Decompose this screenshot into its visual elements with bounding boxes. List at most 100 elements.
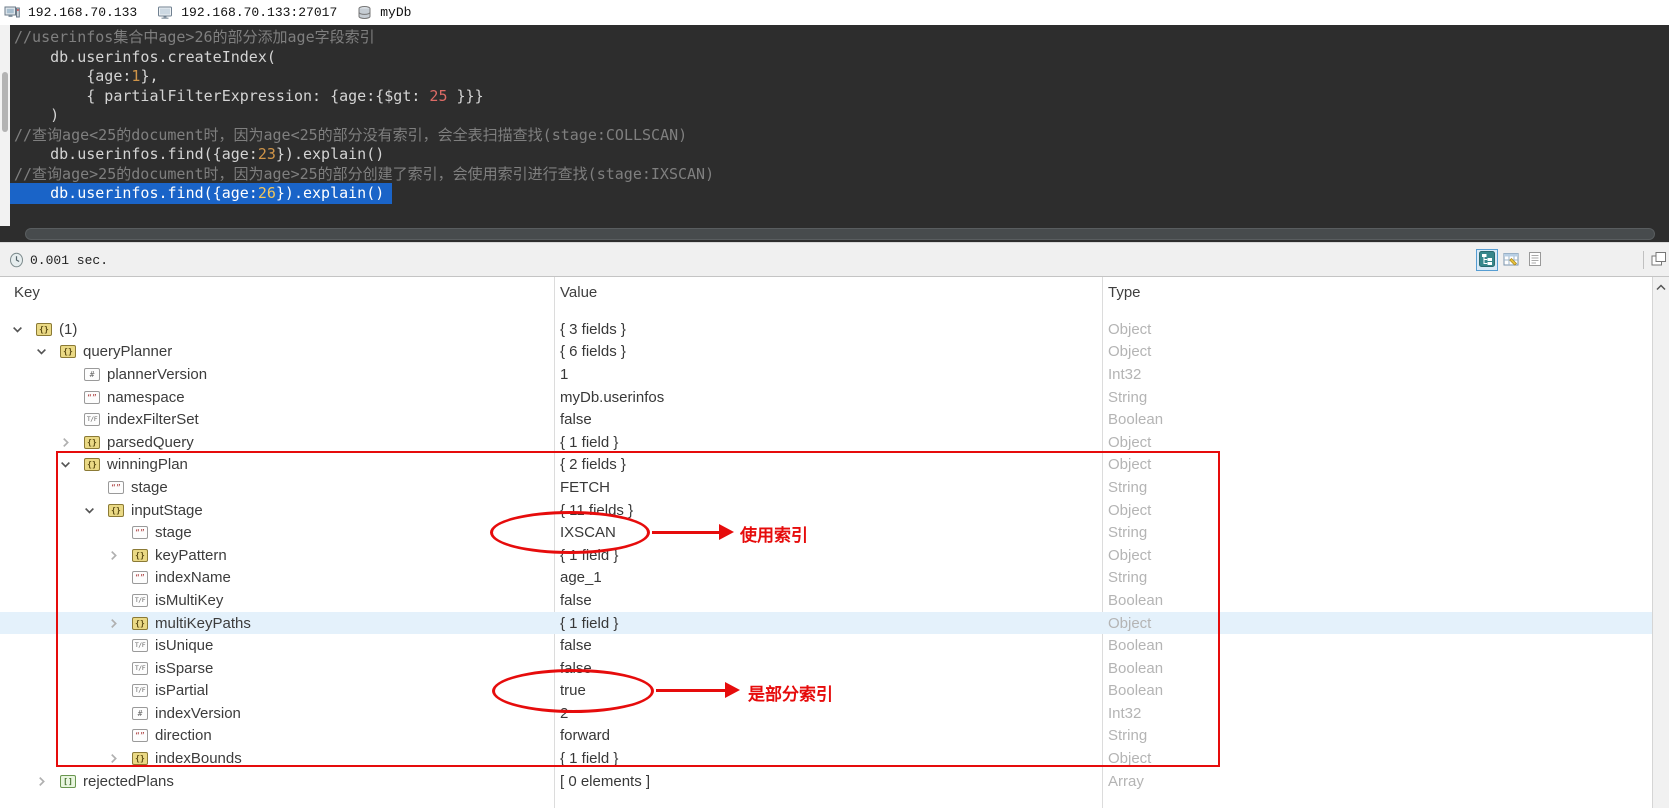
tree-type: Object <box>1108 321 1151 338</box>
expand-view-button[interactable] <box>1648 249 1669 271</box>
code-line[interactable]: //查询age<25的document时，因为age<25的部分没有索引，会全表… <box>14 126 1669 146</box>
tree-row[interactable]: {}winningPlan{ 2 fields }Object <box>0 454 1652 477</box>
editor-left-scrollbar[interactable] <box>0 25 10 226</box>
tree-row[interactable]: {}parsedQuery{ 1 field }Object <box>0 431 1652 454</box>
tree-row[interactable]: T/FisPartialtrueBoolean <box>0 680 1652 703</box>
tree-key: namespace <box>107 389 185 406</box>
chevron-right-icon[interactable] <box>108 753 132 764</box>
chevron-right-icon[interactable] <box>108 550 132 561</box>
execution-time: 0.001 sec. <box>30 253 108 268</box>
code-segment: db.userinfos.find({age: <box>14 184 258 202</box>
chevron-down-icon[interactable] <box>60 459 84 470</box>
tree-key: isUnique <box>155 637 213 654</box>
tree-view-button[interactable] <box>1476 249 1498 271</box>
tree-row[interactable]: T/FisSparsefalseBoolean <box>0 657 1652 680</box>
tree-row[interactable]: []rejectedPlans[ 0 elements ]Array <box>0 770 1652 793</box>
chevron-right-icon[interactable] <box>60 437 84 448</box>
tree-value: { 3 fields } <box>560 321 626 338</box>
tree-row[interactable]: #indexVersion2Int32 <box>0 702 1652 725</box>
tree-key: indexName <box>155 569 231 586</box>
tree-row[interactable]: T/FisUniquefalseBoolean <box>0 634 1652 657</box>
shell-editor[interactable]: //userinfos集合中age>26的部分添加age字段索引 db.user… <box>0 25 1669 242</box>
table-view-button[interactable] <box>1500 249 1522 271</box>
editor-left-scroll-thumb[interactable] <box>2 72 8 132</box>
object-type-icon: {} <box>132 549 148 562</box>
toolbar-divider <box>1643 251 1644 269</box>
breadcrumb-item-connection[interactable]: 192.168.70.133:27017 <box>157 5 337 20</box>
code-line[interactable]: {age:1}, <box>14 67 1669 87</box>
breadcrumb-item-server[interactable]: 192.168.70.133 <box>4 5 137 20</box>
code-segment: //查询age<25的document时，因为age<25的部分没有索引，会全表… <box>14 126 687 144</box>
table-view-icon <box>1503 251 1519 270</box>
tree-row[interactable]: {}multiKeyPaths{ 1 field }Object <box>0 612 1652 635</box>
chevron-down-icon[interactable] <box>12 324 36 335</box>
tree-type: Boolean <box>1108 411 1163 428</box>
object-type-icon: {} <box>132 752 148 765</box>
tree-key: inputStage <box>131 502 203 519</box>
object-type-icon: {} <box>132 617 148 630</box>
breadcrumb-item-database[interactable]: myDb <box>357 5 411 20</box>
code-segment: //查询age>25的document时，因为age>25的部分创建了索引，会使… <box>14 165 714 183</box>
code-segment: }}} <box>447 87 483 105</box>
code-segment: 26 <box>258 184 276 202</box>
string-type-icon: “” <box>84 391 100 404</box>
code-line[interactable]: db.userinfos.find({age:23}).explain() <box>14 145 1669 165</box>
tree-row[interactable]: “”stageFETCHString <box>0 476 1652 499</box>
tree-vertical-scrollbar[interactable] <box>1652 277 1669 808</box>
text-view-button[interactable] <box>1524 249 1546 271</box>
tree-type: Boolean <box>1108 660 1163 677</box>
selected-code-line[interactable]: db.userinfos.find({age:26}).explain() <box>10 183 392 204</box>
string-type-icon: “” <box>132 526 148 539</box>
tree-row[interactable]: T/FindexFilterSetfalseBoolean <box>0 408 1652 431</box>
tree-value: { 1 field } <box>560 434 618 451</box>
tree-key: winningPlan <box>107 456 188 473</box>
tree-value: { 1 field } <box>560 750 618 767</box>
tree-row[interactable]: “”stageIXSCANString <box>0 521 1652 544</box>
tree-key: isMultiKey <box>155 592 223 609</box>
tree-row[interactable]: “”indexNameage_1String <box>0 567 1652 590</box>
tree-rows: {}(1){ 3 fields }Object{}queryPlanner{ 6… <box>0 318 1652 792</box>
chevron-down-icon[interactable] <box>84 505 108 516</box>
tree-key: plannerVersion <box>107 366 207 383</box>
tree-row[interactable]: {}inputStage{ 11 fields }Object <box>0 499 1652 522</box>
code-line[interactable]: //查询age>25的document时，因为age>25的部分创建了索引，会使… <box>14 165 1669 185</box>
column-header-key: Key <box>14 284 40 301</box>
tree-row[interactable]: T/FisMultiKeyfalseBoolean <box>0 589 1652 612</box>
tree-key: indexVersion <box>155 705 241 722</box>
code-line[interactable]: //userinfos集合中age>26的部分添加age字段索引 <box>14 28 1669 48</box>
code-line[interactable]: ) <box>14 106 1669 126</box>
array-type-icon: [] <box>60 775 76 788</box>
tree-row[interactable]: {}indexBounds{ 1 field }Object <box>0 747 1652 770</box>
tree-row[interactable]: {}queryPlanner{ 6 fields }Object <box>0 341 1652 364</box>
tree-row[interactable]: “”namespacemyDb.userinfosString <box>0 386 1652 409</box>
code-line[interactable]: db.userinfos.createIndex( <box>14 48 1669 68</box>
chevron-up-icon <box>1656 278 1666 296</box>
code-segment: //userinfos集合中age>26的部分添加age字段索引 <box>14 28 375 46</box>
chevron-down-icon[interactable] <box>36 346 60 357</box>
tree-key: isSparse <box>155 660 213 677</box>
tree-value: 2 <box>560 705 568 722</box>
code-line[interactable]: db.userinfos.find({age:26}).explain() <box>14 184 1669 204</box>
editor-horizontal-scroll-thumb[interactable] <box>25 228 1655 240</box>
tree-row[interactable]: “”directionforwardString <box>0 725 1652 748</box>
tree-key: queryPlanner <box>83 343 172 360</box>
object-type-icon: {} <box>84 436 100 449</box>
tree-row[interactable]: #plannerVersion1Int32 <box>0 363 1652 386</box>
tree-view-icon <box>1479 251 1495 270</box>
tree-type: Object <box>1108 343 1151 360</box>
tree-value: age_1 <box>560 569 602 586</box>
editor-lines: //userinfos集合中age>26的部分添加age字段索引 db.user… <box>14 28 1669 204</box>
breadcrumb: 192.168.70.133 192.168.70.133:27017 myDb <box>0 0 1669 25</box>
code-line[interactable]: { partialFilterExpression: {age:{$gt: 25… <box>14 87 1669 107</box>
editor-horizontal-scrollbar[interactable] <box>0 226 1669 242</box>
chevron-right-icon[interactable] <box>36 776 60 787</box>
tree-type: Object <box>1108 547 1151 564</box>
chevron-right-icon[interactable] <box>108 618 132 629</box>
code-segment: ) <box>14 106 59 124</box>
scroll-up-button[interactable] <box>1653 278 1669 295</box>
computer-icon <box>4 5 20 20</box>
tree-type: String <box>1108 727 1147 744</box>
tree-row[interactable]: {}(1){ 3 fields }Object <box>0 318 1652 341</box>
tree-row[interactable]: {}keyPattern{ 1 field }Object <box>0 544 1652 567</box>
tree-key: indexFilterSet <box>107 411 199 428</box>
